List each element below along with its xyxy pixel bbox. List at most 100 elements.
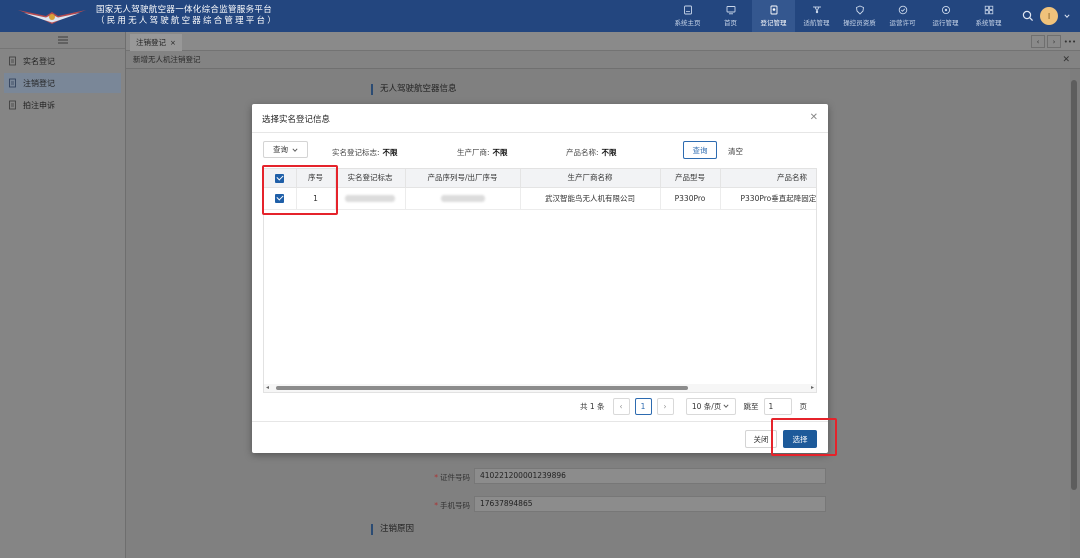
id-number-label: * 证件号码 xyxy=(412,472,470,483)
column-header: 生产厂商名称 xyxy=(520,169,661,188)
phone-number-field[interactable]: 17637894865 xyxy=(474,496,826,512)
column-header: 产品序列号/出厂序号 xyxy=(405,169,521,188)
breadcrumb: 新增无人机注销登记 xyxy=(126,51,1080,69)
nav-label: 首页 xyxy=(724,19,737,27)
column-header: 实名登记标志 xyxy=(335,169,406,188)
sidebar-item-real-name-registration[interactable]: 实名登记 xyxy=(4,51,121,71)
page-suffix: 页 xyxy=(799,401,808,411)
filter-registration-mark[interactable]: 实名登记标志: 不限 xyxy=(332,147,398,158)
nav-label: 运行管理 xyxy=(932,19,959,27)
menu-icon xyxy=(57,36,68,44)
close-icon[interactable]: ✕ xyxy=(1062,55,1070,65)
filter-label: 产品名称: xyxy=(566,148,599,157)
registration-mark-cell xyxy=(335,187,406,210)
chevron-down-icon xyxy=(292,147,298,152)
chevron-left-icon: ‹ xyxy=(1036,37,1040,46)
section-title-aircraft-info: 无人驾驶航空器信息 xyxy=(371,84,457,95)
filter-label: 生产厂商: xyxy=(457,148,490,157)
nav-label: 适航管理 xyxy=(803,19,830,27)
page-scrollbar[interactable] xyxy=(1070,72,1078,558)
nav-operation-license[interactable]: 运营许可 xyxy=(881,0,924,32)
section-title-deregistration-reason: 注销原因 xyxy=(371,524,414,535)
prev-page-button[interactable]: ‹ xyxy=(612,397,630,415)
document-icon xyxy=(9,100,16,110)
model-cell: P330Pro xyxy=(660,187,721,210)
nav-label: 操控员资质 xyxy=(843,19,876,27)
close-icon[interactable]: ✕ xyxy=(810,112,818,123)
nav-registration[interactable]: 登记管理 xyxy=(752,0,795,32)
top-nav: 系统主页 首页 登记管理 适航管理 操控员资质 运营许可 运行管理 系统管理 xyxy=(666,0,1010,32)
filter-product-name[interactable]: 产品名称: 不限 xyxy=(566,147,617,158)
dialog-header: 选择实名登记信息 ✕ xyxy=(252,104,828,133)
nav-label: 系统管理 xyxy=(975,19,1002,27)
more-icon: ••• xyxy=(1063,37,1077,46)
nav-airworthiness[interactable]: 适航管理 xyxy=(795,0,838,32)
monitor-icon xyxy=(683,5,692,15)
jump-page-input[interactable]: 1 xyxy=(763,397,792,415)
highlight-box-checkbox xyxy=(262,165,338,215)
scroll-left-arrow-icon[interactable]: ◂ xyxy=(266,384,269,392)
tab-more-button[interactable]: ••• xyxy=(1063,35,1077,48)
table-row[interactable]: 1 武汉智能鸟无人机有限公司 P330Pro P330Pro垂直起降固定翼 xyxy=(264,187,816,210)
platform-title-line1: 国家无人驾驶航空器一体化综合监管服务平台 xyxy=(96,5,273,15)
platform-title: 国家无人驾驶航空器一体化综合监管服务平台 （民用无人驾驶航空器综合管理平台） xyxy=(96,5,278,27)
column-header: 产品型号 xyxy=(660,169,721,188)
query-button[interactable]: 查询 xyxy=(683,141,717,159)
product-name-cell: P330Pro垂直起降固定翼 xyxy=(720,187,816,210)
table-horizontal-scrollbar[interactable]: ◂ ▸ xyxy=(264,384,816,392)
nav-home[interactable]: 首页 xyxy=(709,0,752,32)
scrollbar-thumb[interactable] xyxy=(276,386,688,390)
filter-manufacturer[interactable]: 生产厂商: 不限 xyxy=(457,147,508,158)
nav-label: 运营许可 xyxy=(889,19,916,27)
scroll-right-arrow-icon[interactable]: ▸ xyxy=(811,384,814,392)
top-header: 国家无人驾驶航空器一体化综合监管服务平台 （民用无人驾驶航空器综合管理平台） 系… xyxy=(0,0,1080,32)
license-icon xyxy=(898,5,907,15)
column-header: 产品名称 xyxy=(720,169,816,188)
required-mark: * xyxy=(434,473,438,482)
sidebar: 实名登记 注销登记 拍注申诉 xyxy=(0,32,126,558)
sidebar-item-deregistration[interactable]: 注销登记 xyxy=(4,73,121,93)
tab-scroll-right-button[interactable]: › xyxy=(1047,35,1061,48)
next-page-button[interactable]: › xyxy=(656,397,674,415)
page-size-select[interactable]: 10 条/页 xyxy=(685,397,736,415)
tab-bar: 注销登记 × ‹ › ••• xyxy=(126,32,1080,51)
page-number-button[interactable]: 1 xyxy=(634,397,652,415)
manufacturer-cell: 武汉智能鸟无人机有限公司 xyxy=(520,187,661,210)
sidebar-item-label: 注销登记 xyxy=(23,78,55,88)
tab-close-icon[interactable]: × xyxy=(170,39,176,47)
scrollbar-thumb[interactable] xyxy=(1071,80,1077,490)
nav-operation-management[interactable]: 运行管理 xyxy=(924,0,967,32)
document-icon xyxy=(9,56,16,66)
filter-value: 不限 xyxy=(492,148,508,157)
logo-icon xyxy=(18,10,86,24)
id-number-field[interactable]: 410221200001239896 xyxy=(474,468,826,484)
required-mark: * xyxy=(434,501,438,510)
nav-system-management[interactable]: 系统管理 xyxy=(967,0,1010,32)
dialog-footer: 关闭 选择 xyxy=(252,421,828,453)
sidebar-item-appeal[interactable]: 拍注申诉 xyxy=(4,95,121,115)
grid-icon xyxy=(984,5,993,15)
dialog-title: 选择实名登记信息 xyxy=(262,115,331,125)
clear-button[interactable]: 清空 xyxy=(728,146,743,157)
tab-label: 注销登记 xyxy=(136,38,166,47)
registration-table: 序号 实名登记标志 产品序列号/出厂序号 生产厂商名称 产品型号 产品名称 1 … xyxy=(263,168,817,393)
nav-operator-qualification[interactable]: 操控员资质 xyxy=(838,0,881,32)
sidebar-item-label: 拍注申诉 xyxy=(23,100,55,110)
gear-icon xyxy=(941,5,950,15)
tab-deregistration[interactable]: 注销登记 × xyxy=(130,34,182,51)
nav-system-home[interactable]: 系统主页 xyxy=(666,0,709,32)
select-registration-dialog: 选择实名登记信息 ✕ 查询 实名登记标志: 不限 生产厂商: 不限 产品名称: 不限 … xyxy=(252,104,828,453)
query-dropdown[interactable]: 查询 xyxy=(263,141,308,158)
highlight-box-select-button xyxy=(771,418,837,456)
drone-icon xyxy=(812,6,821,14)
id-number-label-text: 证件号码 xyxy=(440,473,470,482)
chevron-down-icon[interactable] xyxy=(1064,13,1070,19)
filter-value: 不限 xyxy=(601,148,617,157)
chevron-down-icon xyxy=(723,404,729,408)
user-avatar[interactable]: I xyxy=(1040,7,1058,25)
sidebar-collapse-toggle[interactable] xyxy=(0,32,125,49)
search-icon[interactable] xyxy=(1022,10,1034,22)
tab-scroll-left-button[interactable]: ‹ xyxy=(1031,35,1045,48)
jump-label: 跳至 xyxy=(743,401,759,411)
query-dropdown-label: 查询 xyxy=(273,145,288,154)
